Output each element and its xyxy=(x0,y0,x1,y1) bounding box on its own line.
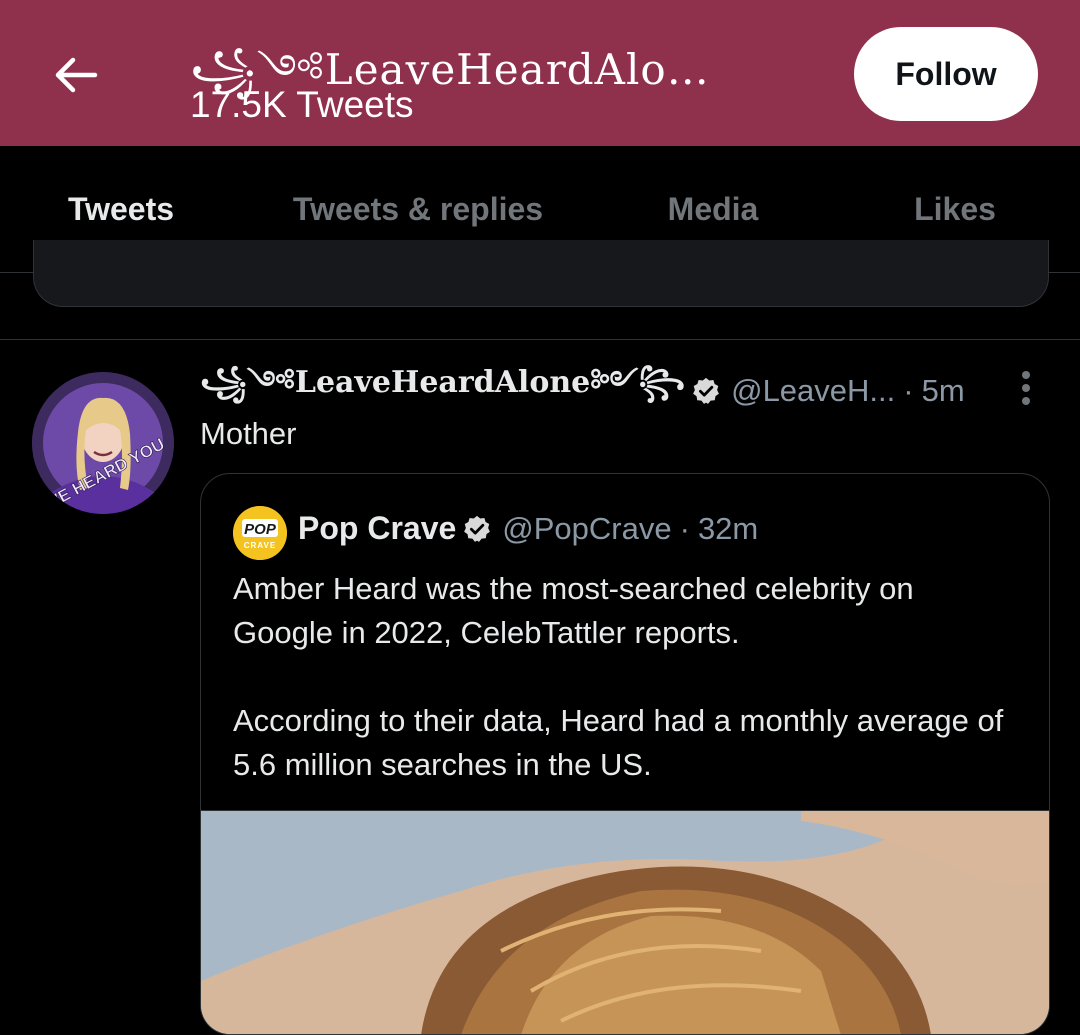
quote-media-image[interactable] xyxy=(201,810,1049,1034)
previous-card-bottom xyxy=(33,240,1049,307)
back-button[interactable] xyxy=(44,44,106,106)
quote-display-name[interactable]: Pop Crave xyxy=(298,510,456,547)
arrow-left-icon xyxy=(55,57,98,93)
quote-avatar[interactable]: POP CRAVE xyxy=(233,506,287,560)
quote-avatar-text-top: POP xyxy=(244,521,277,538)
quoted-tweet[interactable]: POP CRAVE Pop Crave @PopCrave · 32m Ambe… xyxy=(200,473,1050,1035)
quote-time[interactable]: 32m xyxy=(698,511,758,547)
verified-badge-icon xyxy=(462,514,492,544)
tweet-header: ꧁༺LeaveHeardAlone༻꧂ @LeaveH... · 5m xyxy=(200,364,1000,418)
separator-dot: · xyxy=(903,373,914,408)
tweet-text: Mother xyxy=(200,416,297,451)
photo-illustration xyxy=(201,811,1049,1034)
quote-avatar-text-bottom: CRAVE xyxy=(244,541,276,550)
tweet-handle[interactable]: @LeaveH... xyxy=(731,373,895,409)
quote-text: Amber Heard was the most-searched celebr… xyxy=(233,567,1013,787)
tweet-time[interactable]: 5m xyxy=(922,373,965,409)
quote-paragraph: Amber Heard was the most-searched celebr… xyxy=(233,571,914,650)
quote-handle[interactable]: @PopCrave xyxy=(502,511,671,547)
quote-header: Pop Crave @PopCrave · 32m xyxy=(298,510,758,547)
more-button[interactable] xyxy=(1008,366,1044,410)
tweet-avatar[interactable]: WE HEARD YOU xyxy=(32,372,174,514)
separator-dot: · xyxy=(679,510,690,546)
avatar-illustration: WE HEARD YOU xyxy=(32,372,174,514)
tweet-count: 17.5K Tweets xyxy=(190,84,414,125)
quote-paragraph: According to their data, Heard had a mon… xyxy=(233,703,1004,782)
tweet-divider xyxy=(0,339,1080,340)
profile-header: ꧁༺LeaveHeardAlo… 17.5K Tweets Follow xyxy=(0,0,1080,146)
more-vertical-icon xyxy=(1022,371,1030,405)
follow-button[interactable]: Follow xyxy=(854,27,1038,121)
verified-badge-icon xyxy=(691,376,721,406)
